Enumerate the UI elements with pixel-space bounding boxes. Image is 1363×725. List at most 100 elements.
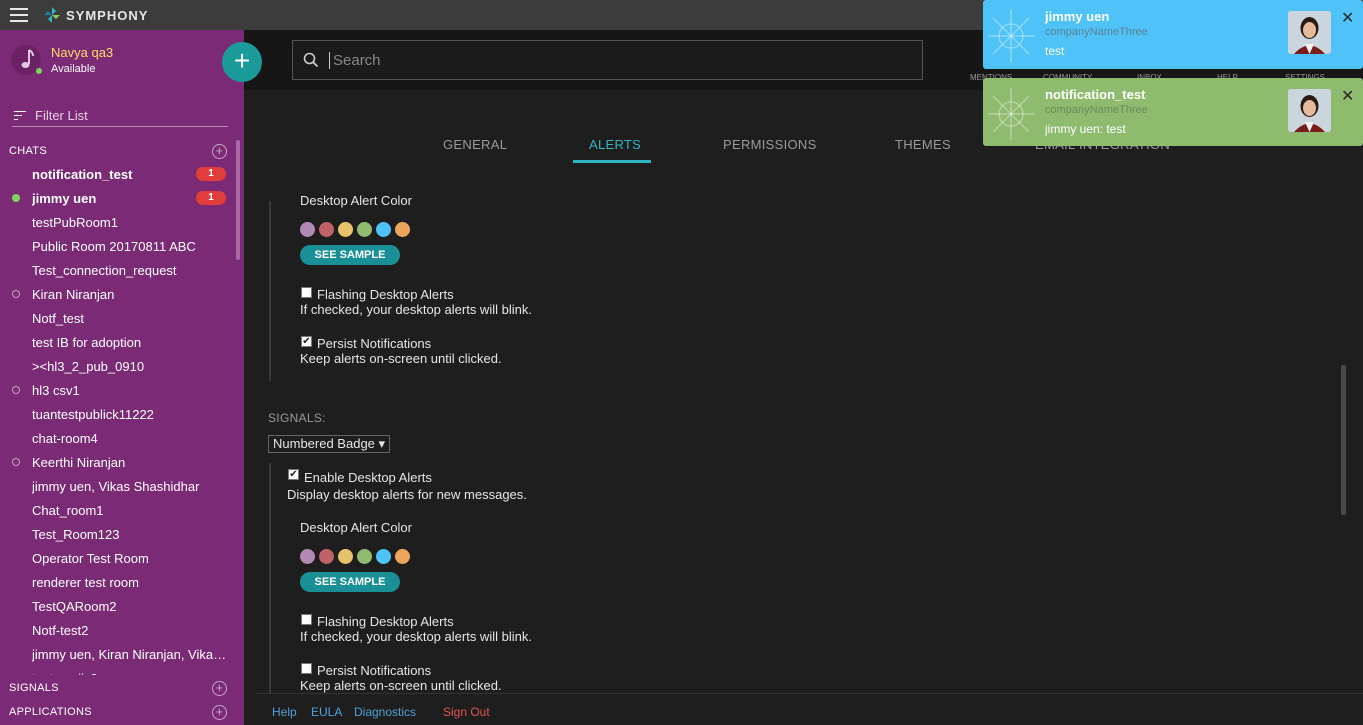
chat-list-item[interactable]: testemojis2 [0, 666, 234, 676]
chat-list-item[interactable]: hl3 csv1 [0, 378, 234, 402]
enable-desktop-alerts-description: Display desktop alerts for new messages. [287, 487, 527, 502]
close-icon[interactable]: ✕ [1341, 8, 1354, 28]
see-sample-button[interactable]: SEE SAMPLE [300, 245, 400, 265]
add-chat-icon[interactable]: + [212, 143, 227, 159]
persist-notifications-checkbox[interactable] [301, 663, 312, 674]
color-swatch[interactable] [357, 549, 372, 564]
profile-status[interactable]: Available [51, 63, 113, 75]
chat-list-item[interactable]: Chat_room1 [0, 498, 234, 522]
chat-list-item-label: Operator Test Room [32, 550, 149, 566]
color-swatch[interactable] [395, 549, 410, 564]
search-bar[interactable] [292, 40, 923, 80]
eula-link[interactable]: EULA [311, 705, 342, 719]
sidebar: Navya qa3 Available Filter List CHATS + … [0, 30, 244, 725]
footer: Help EULA Diagnostics Sign Out [256, 693, 1363, 725]
add-signal-icon[interactable]: + [212, 680, 227, 696]
flashing-alerts-description: If checked, your desktop alerts will bli… [300, 302, 532, 317]
signals-label: SIGNALS: [268, 411, 326, 425]
notification-title: jimmy uen [1045, 9, 1110, 24]
chat-list-item[interactable]: Operator Test Room [0, 546, 234, 570]
flashing-alerts-label: Flashing Desktop Alerts [317, 287, 454, 302]
chat-list-item-label: hl3 csv1 [32, 382, 80, 398]
chats-section-header: CHATS + [9, 142, 227, 160]
enable-desktop-alerts-checkbox[interactable]: ✔ [288, 469, 299, 480]
sign-out-link[interactable]: Sign Out [443, 705, 490, 719]
section-divider [269, 463, 271, 693]
chat-list-item[interactable]: jimmy uen, Vikas Shashidhar [0, 474, 234, 498]
chat-list-item[interactable]: Public Room 20170811 ABC [0, 234, 234, 258]
chat-list-item[interactable]: test IB for adoption [0, 330, 234, 354]
enable-desktop-alerts-label: Enable Desktop Alerts [304, 470, 432, 485]
persist-notifications-description: Keep alerts on-screen until clicked. [300, 678, 502, 693]
chat-list-item[interactable]: testPubRoom1 [0, 210, 234, 234]
signals-section-label: SIGNALS [9, 682, 59, 694]
notification-title: notification_test [1045, 87, 1146, 102]
user-profile[interactable]: Navya qa3 Available [10, 44, 113, 76]
avatar [10, 44, 43, 76]
chat-list-item[interactable]: chat-room4 [0, 426, 234, 450]
signals-badge-select[interactable]: Numbered Badge ▾ [268, 435, 391, 453]
chat-list-item[interactable]: ><hl3_2_pub_0910 [0, 354, 234, 378]
chat-list-item-label: tuantestpublick11222 [32, 406, 154, 422]
presence-online-icon [12, 194, 20, 202]
chat-list-item-label: chat-room4 [32, 430, 98, 446]
filter-list[interactable]: Filter List [12, 105, 228, 127]
color-swatch[interactable] [338, 549, 353, 564]
notification-message: test [1045, 44, 1065, 58]
chat-list-item[interactable]: Notf_test [0, 306, 234, 330]
app-logo: SYMPHONY [43, 6, 148, 24]
color-swatch[interactable] [376, 222, 391, 237]
chat-list-item-label: test IB for adoption [32, 334, 142, 350]
color-swatch[interactable] [395, 222, 410, 237]
color-swatch[interactable] [319, 222, 334, 237]
unread-count-badge: 1 [196, 191, 226, 205]
chat-list-item-label: TestQARoom2 [32, 598, 117, 614]
tab-alerts[interactable]: ALERTS [589, 137, 641, 152]
chat-list-item[interactable]: Keerthi Niranjan [0, 450, 234, 474]
color-swatch[interactable] [319, 549, 334, 564]
color-swatch[interactable] [300, 549, 315, 564]
notification-company: companyNameThree [1045, 26, 1148, 38]
tab-permissions[interactable]: PERMISSIONS [723, 137, 817, 152]
chat-list-item[interactable]: renderer test room [0, 570, 234, 594]
filter-icon [14, 111, 26, 120]
add-application-icon[interactable]: + [212, 704, 227, 720]
color-swatch[interactable] [338, 222, 353, 237]
presence-offline-icon [12, 290, 20, 298]
sidebar-scrollbar[interactable] [236, 140, 240, 260]
close-icon[interactable]: ✕ [1341, 86, 1354, 106]
compose-button[interactable]: + [222, 42, 262, 82]
chat-list-item[interactable]: Kiran Niranjan [0, 282, 234, 306]
color-swatch[interactable] [357, 222, 372, 237]
flashing-alerts-checkbox[interactable] [301, 287, 312, 298]
tab-general[interactable]: GENERAL [443, 137, 507, 152]
chat-list-item[interactable]: Test_connection_request [0, 258, 234, 282]
see-sample-button[interactable]: SEE SAMPLE [300, 572, 400, 592]
profile-name: Navya qa3 [51, 45, 114, 60]
chat-list-item-label: Test_connection_request [32, 262, 177, 278]
chat-list-item[interactable]: jimmy uen, Kiran Niranjan, Vikas ... [0, 642, 234, 666]
diagnostics-link[interactable]: Diagnostics [354, 705, 416, 719]
search-input[interactable] [329, 51, 889, 69]
flashing-alerts-checkbox[interactable] [301, 614, 312, 625]
notification-toast[interactable]: jimmy uen companyNameThree test ✕ [983, 0, 1363, 69]
chat-list-item[interactable]: notification_test 1 [0, 162, 234, 186]
chat-list-item[interactable]: tuantestpublick11222 [0, 402, 234, 426]
persist-notifications-checkbox[interactable]: ✔ [301, 336, 312, 347]
tab-themes[interactable]: THEMES [895, 137, 951, 152]
persist-notifications-label: Persist Notifications [317, 663, 432, 678]
color-swatch[interactable] [300, 222, 315, 237]
menu-icon[interactable] [10, 8, 28, 22]
chat-list-item[interactable]: TestQARoom2 [0, 594, 234, 618]
flashing-alerts-description: If checked, your desktop alerts will bli… [300, 629, 532, 644]
notification-toast[interactable]: notification_test companyNameThree jimmy… [983, 78, 1363, 146]
chat-list-item[interactable]: Notf-test2 [0, 618, 234, 642]
chat-list-item[interactable]: Test_Room123 [0, 522, 234, 546]
content-scrollbar[interactable] [1341, 365, 1346, 515]
color-swatch[interactable] [376, 549, 391, 564]
chat-list-item-label: testemojis2 [32, 671, 228, 676]
applications-section-label: APPLICATIONS [9, 706, 92, 718]
chat-list-item[interactable]: jimmy uen 1 [0, 186, 234, 210]
help-link[interactable]: Help [272, 705, 297, 719]
color-swatches [300, 549, 410, 564]
